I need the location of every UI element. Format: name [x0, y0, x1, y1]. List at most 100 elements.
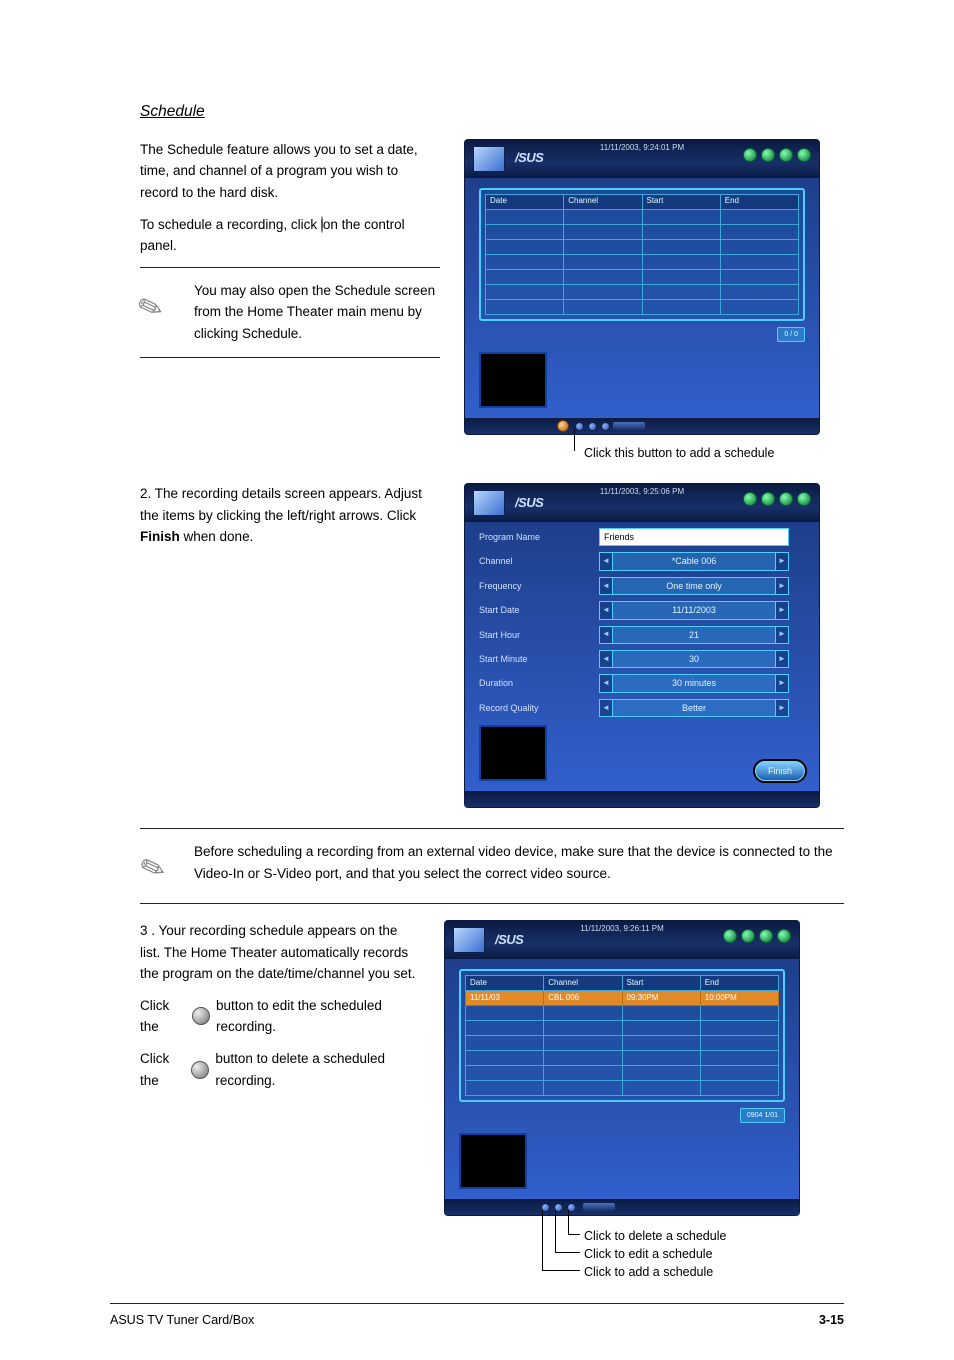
bottom-dot-2[interactable]	[588, 422, 597, 431]
field-start-minute[interactable]: ◄30►	[599, 650, 789, 668]
delete-schedule-icon	[191, 1061, 209, 1079]
preview-box	[479, 352, 547, 408]
titlebar-datetime: 11/11/2003, 9:25:06 PM	[600, 486, 684, 499]
arrow-right-icon[interactable]: ►	[775, 577, 789, 595]
recording-form: Program Name Friends Channel ◄*Cable 006…	[465, 522, 819, 725]
titlebar-datetime: 11/11/2003, 9:24:01 PM	[600, 142, 684, 155]
asus-logo: /SUS	[515, 493, 543, 514]
col-start: Start	[642, 194, 720, 209]
col-date: Date	[486, 194, 564, 209]
callout-add-label: Click to add a schedule	[584, 1262, 713, 1282]
arrow-left-icon[interactable]: ◄	[599, 552, 613, 570]
arrow-right-icon[interactable]: ►	[775, 552, 789, 570]
arrow-right-icon[interactable]: ►	[775, 626, 789, 644]
section-heading: Schedule	[140, 100, 844, 125]
titlebar-btn-3[interactable]	[779, 148, 793, 162]
step-3-edit-line: Click the button to edit the scheduled r…	[140, 995, 420, 1038]
col-channel: Channel	[544, 976, 622, 991]
note-1: ✎ You may also open the Schedule screen …	[140, 267, 440, 358]
col-end: End	[720, 194, 798, 209]
field-frequency[interactable]: ◄One time only►	[599, 577, 789, 595]
callout-edit-label: Click to edit a schedule	[584, 1244, 713, 1264]
titlebar-btn-3[interactable]	[779, 492, 793, 506]
titlebar-window-controls	[723, 929, 791, 943]
titlebar-btn-1[interactable]	[743, 492, 757, 506]
field-channel[interactable]: ◄*Cable 006►	[599, 552, 789, 570]
cell-end: 10:00PM	[700, 991, 778, 1006]
input-program-name[interactable]: Friends	[599, 528, 789, 546]
lbl-start-date: Start Date	[479, 601, 589, 619]
col-end: End	[700, 976, 778, 991]
monitor-icon	[473, 490, 505, 516]
titlebar-btn-4[interactable]	[797, 148, 811, 162]
page-footer: ASUS TV Tuner Card/Box 3-15	[110, 1303, 844, 1330]
cell-channel: CBL 006	[544, 991, 622, 1006]
pencil-note-icon: ✎	[130, 275, 190, 350]
cell-date: 11/11/03	[466, 991, 544, 1006]
titlebar-btn-1[interactable]	[723, 929, 737, 943]
callouts-group: Click to delete a schedule Click to edit…	[444, 1216, 884, 1302]
lbl-program-name: Program Name	[479, 528, 589, 546]
col-start: Start	[622, 976, 700, 991]
arrow-left-icon[interactable]: ◄	[599, 601, 613, 619]
arrow-left-icon[interactable]: ◄	[599, 650, 613, 668]
titlebar-btn-2[interactable]	[741, 929, 755, 943]
step-3-text: 3 . Your recording schedule appears on t…	[140, 920, 420, 985]
bottom-control-bar	[465, 791, 819, 807]
add-schedule-knob[interactable]	[557, 420, 569, 432]
footer-left: ASUS TV Tuner Card/Box	[110, 1310, 254, 1330]
window-titlebar: /SUS 11/11/2003, 9:25:06 PM	[465, 484, 819, 522]
bottom-control-bar	[445, 1199, 799, 1215]
callout-add-schedule-label: Click this button to add a schedule	[584, 443, 774, 463]
pager-chip: 0 / 0	[777, 327, 805, 342]
asus-logo: /SUS	[515, 148, 543, 169]
window-titlebar: /SUS 11/11/2003, 9:24:01 PM	[465, 140, 819, 178]
arrow-right-icon[interactable]: ►	[775, 601, 789, 619]
lbl-start-hour: Start Hour	[479, 626, 589, 644]
titlebar-datetime: 11/11/2003, 9:26:11 PM	[580, 923, 664, 936]
table-row[interactable]: 11/11/03 CBL 006 09:30PM 10:00PM	[466, 991, 779, 1006]
titlebar-btn-2[interactable]	[761, 148, 775, 162]
monitor-icon	[453, 927, 485, 953]
field-program-name[interactable]: Friends	[599, 528, 789, 546]
pencil-note-icon: ✎	[133, 836, 188, 897]
bottom-dot-3[interactable]	[601, 422, 610, 431]
field-duration[interactable]: ◄30 minutes►	[599, 674, 789, 692]
arrow-left-icon[interactable]: ◄	[599, 699, 613, 717]
intro-paragraph-1: The Schedule feature allows you to set a…	[140, 139, 440, 204]
intro-paragraph-2: To schedule a recording, click on the co…	[140, 214, 440, 257]
arrow-left-icon[interactable]: ◄	[599, 674, 613, 692]
field-record-quality[interactable]: ◄Better►	[599, 699, 789, 717]
arrow-right-icon[interactable]: ►	[775, 650, 789, 668]
intro-p2-text-a: To schedule a recording, click	[140, 217, 317, 232]
col-channel: Channel	[564, 194, 642, 209]
arrow-right-icon[interactable]: ►	[775, 674, 789, 692]
titlebar-window-controls	[743, 148, 811, 162]
col-date: Date	[466, 976, 544, 991]
screenshot-schedule-list: /SUS 11/11/2003, 9:26:11 PM Date	[444, 920, 800, 1216]
footer-page-number: 3-15	[819, 1310, 844, 1330]
titlebar-window-controls	[743, 492, 811, 506]
finish-button[interactable]: Finish	[755, 761, 805, 781]
lbl-record-quality: Record Quality	[479, 699, 589, 717]
arrow-right-icon[interactable]: ►	[775, 699, 789, 717]
lbl-frequency: Frequency	[479, 577, 589, 595]
bottom-control-bar	[465, 418, 819, 434]
note-2: ✎ Before scheduling a recording from an …	[140, 828, 844, 904]
titlebar-btn-2[interactable]	[761, 492, 775, 506]
bottom-bar-slot	[583, 1203, 615, 1211]
window-titlebar: /SUS 11/11/2003, 9:26:11 PM	[445, 921, 799, 959]
monitor-icon	[473, 146, 505, 172]
titlebar-btn-3[interactable]	[759, 929, 773, 943]
field-start-hour[interactable]: ◄21►	[599, 626, 789, 644]
bottom-dot-1[interactable]	[575, 422, 584, 431]
field-start-date[interactable]: ◄11/11/2003►	[599, 601, 789, 619]
titlebar-btn-1[interactable]	[743, 148, 757, 162]
arrow-left-icon[interactable]: ◄	[599, 577, 613, 595]
note-1-text: You may also open the Schedule screen fr…	[194, 280, 440, 345]
asus-logo: /SUS	[495, 930, 523, 951]
arrow-left-icon[interactable]: ◄	[599, 626, 613, 644]
titlebar-btn-4[interactable]	[777, 929, 791, 943]
screenshot-schedule-empty: /SUS 11/11/2003, 9:24:01 PM Date	[464, 139, 820, 435]
titlebar-btn-4[interactable]	[797, 492, 811, 506]
